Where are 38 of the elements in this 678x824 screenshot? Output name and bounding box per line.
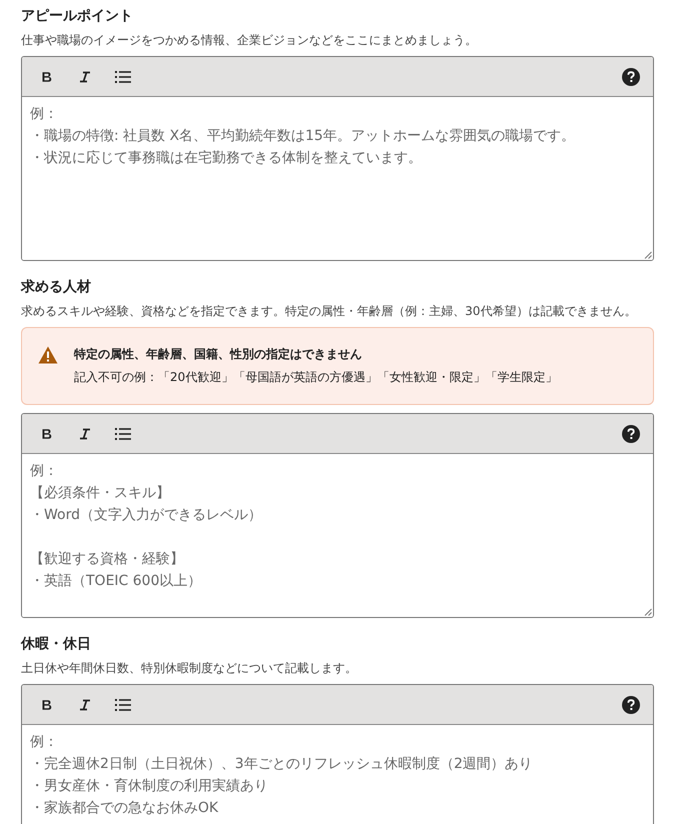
help-icon: [622, 68, 640, 86]
section-title: アピールポイント: [21, 7, 134, 26]
rich-text-editor[interactable]: 例： ・完全週休2日制（土日祝休）、3年ごとのリフレッシュ休暇制度（2週間）あり ・男女産休・育休制度の利用実績あり ・家族都合での急なお休みOK: [21, 684, 654, 824]
italic-icon: [79, 698, 91, 710]
placeholder-text: ・英語（TOEIC 600以上）: [30, 572, 202, 591]
section-title: 求める人材: [21, 278, 92, 297]
placeholder-text: ・完全週休2日制（土日祝休）、3年ごとのリフレッシュ休暇制度（2週間）あり: [30, 755, 534, 774]
placeholder-text: 【歓迎する資格・経験】: [30, 550, 185, 569]
placeholder-text: 【必須条件・スキル】: [30, 484, 171, 503]
warning-message: 記入不可の例：「20代歓迎」「母国語が英語の方優遇」「女性歓迎・限定」「学生限定」: [74, 369, 558, 386]
placeholder-text: 例：: [30, 733, 59, 752]
warning-title: 特定の属性、年齢層、国籍、性別の指定はできません: [74, 346, 363, 363]
help-icon: [622, 696, 640, 714]
bold-icon: [41, 698, 53, 710]
section-description: 求めるスキルや経験、資格などを指定できます。特定の属性・年齢層（例：主婦、30代希望）は記載できません。: [21, 303, 638, 320]
bold-icon: [41, 428, 53, 440]
warning-icon: [38, 346, 58, 364]
placeholder-text: ・Word（文字入力ができるレベル）: [30, 506, 263, 525]
help-icon: [622, 424, 640, 442]
italic-icon: [79, 70, 91, 82]
bold-icon: [41, 70, 53, 82]
resize-handle-icon[interactable]: [644, 251, 652, 259]
rich-text-editor[interactable]: 例： 【必須条件・スキル】 ・Word（文字入力ができるレベル） 【歓迎する資格・経験】 ・英語（TOEIC 600以上）: [21, 413, 654, 618]
bullet-list-icon: [115, 698, 131, 712]
placeholder-text: ・男女産休・育休制度の利用実績あり: [30, 777, 269, 796]
bullet-list-icon: [115, 426, 131, 440]
rich-text-editor[interactable]: 例： ・職場の特徴: 社員数 X名、平均勤続年数は15年。アットホームな雰囲気の職場です。 ・状況に応じて事務職は在宅勤務できる体制を整えています。: [21, 56, 654, 261]
placeholder-text: 例：: [30, 105, 59, 124]
section-title: 休暇・休日: [21, 635, 92, 654]
placeholder-text: ・家族都合での急なお休みOK: [30, 799, 220, 818]
section-description: 仕事や職場のイメージをつかめる情報、企業ビジョンなどをここにまとめましょう。: [21, 32, 478, 49]
bullet-list-icon: [115, 70, 131, 84]
placeholder-text: ・状況に応じて事務職は在宅勤務できる体制を整えています。: [30, 149, 423, 168]
section-description: 土日休や年間休日数、特別休暇制度などについて記載します。: [21, 660, 358, 677]
placeholder-text: 例：: [30, 462, 59, 481]
italic-icon: [79, 428, 91, 440]
placeholder-text: ・職場の特徴: 社員数 X名、平均勤続年数は15年。アットホームな雰囲気の職場です。: [30, 127, 576, 146]
resize-handle-icon[interactable]: [644, 608, 652, 616]
